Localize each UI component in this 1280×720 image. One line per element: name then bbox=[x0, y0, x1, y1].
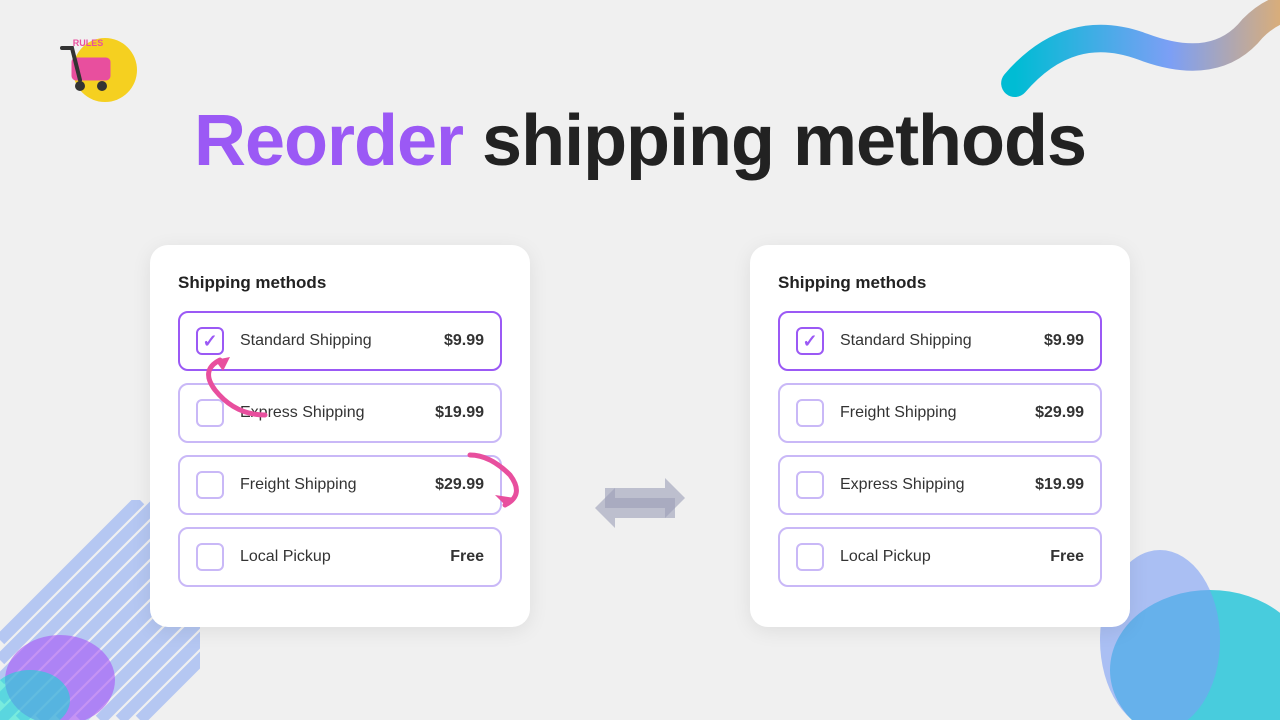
right-local-price: Free bbox=[1050, 548, 1084, 566]
left-shipping-panel: Shipping methods ✓ Standard Shipping $9.… bbox=[150, 245, 530, 627]
left-checkbox-freight[interactable] bbox=[196, 471, 224, 499]
right-row-standard[interactable]: ✓ Standard Shipping $9.99 bbox=[778, 311, 1102, 371]
left-checkbox-standard[interactable]: ✓ bbox=[196, 327, 224, 355]
right-row-local[interactable]: Local Pickup Free bbox=[778, 527, 1102, 587]
right-express-price: $19.99 bbox=[1035, 476, 1084, 494]
title-highlight: Reorder bbox=[194, 101, 463, 181]
right-row-express[interactable]: Express Shipping $19.99 bbox=[778, 455, 1102, 515]
left-standard-price: $9.99 bbox=[444, 332, 484, 350]
right-standard-name: Standard Shipping bbox=[840, 332, 1044, 350]
page-title: Reorder shipping methods bbox=[0, 100, 1280, 182]
left-row-local[interactable]: Local Pickup Free bbox=[178, 527, 502, 587]
left-checkbox-express[interactable] bbox=[196, 399, 224, 427]
left-freight-name: Freight Shipping bbox=[240, 476, 435, 494]
right-checkbox-standard[interactable]: ✓ bbox=[796, 327, 824, 355]
left-local-price: Free bbox=[450, 548, 484, 566]
left-standard-name: Standard Shipping bbox=[240, 332, 444, 350]
right-express-name: Express Shipping bbox=[840, 476, 1035, 494]
title-normal: shipping methods bbox=[463, 101, 1086, 181]
left-express-name: Express Shipping bbox=[240, 404, 435, 422]
left-express-price: $19.99 bbox=[435, 404, 484, 422]
left-checkbox-local[interactable] bbox=[196, 543, 224, 571]
swap-arrows bbox=[590, 463, 690, 543]
right-freight-price: $29.99 bbox=[1035, 404, 1084, 422]
left-freight-price: $29.99 bbox=[435, 476, 484, 494]
right-checkbox-local[interactable] bbox=[796, 543, 824, 571]
left-row-standard[interactable]: ✓ Standard Shipping $9.99 bbox=[178, 311, 502, 371]
right-row-freight[interactable]: Freight Shipping $29.99 bbox=[778, 383, 1102, 443]
right-checkbox-freight[interactable] bbox=[796, 399, 824, 427]
left-row-freight[interactable]: Freight Shipping $29.99 bbox=[178, 455, 502, 515]
svg-text:RULES: RULES bbox=[73, 38, 104, 48]
right-checkbox-express[interactable] bbox=[796, 471, 824, 499]
right-local-name: Local Pickup bbox=[840, 548, 1050, 566]
right-standard-price: $9.99 bbox=[1044, 332, 1084, 350]
checkmark-standard-left: ✓ bbox=[202, 331, 217, 352]
right-freight-name: Freight Shipping bbox=[840, 404, 1035, 422]
right-shipping-panel: Shipping methods ✓ Standard Shipping $9.… bbox=[750, 245, 1130, 627]
left-panel-title: Shipping methods bbox=[178, 273, 502, 293]
checkmark-standard-right: ✓ bbox=[802, 331, 817, 352]
right-panel-title: Shipping methods bbox=[778, 273, 1102, 293]
left-row-express[interactable]: Express Shipping $19.99 bbox=[178, 383, 502, 443]
main-content: Shipping methods ✓ Standard Shipping $9.… bbox=[0, 225, 1280, 720]
left-local-name: Local Pickup bbox=[240, 548, 450, 566]
